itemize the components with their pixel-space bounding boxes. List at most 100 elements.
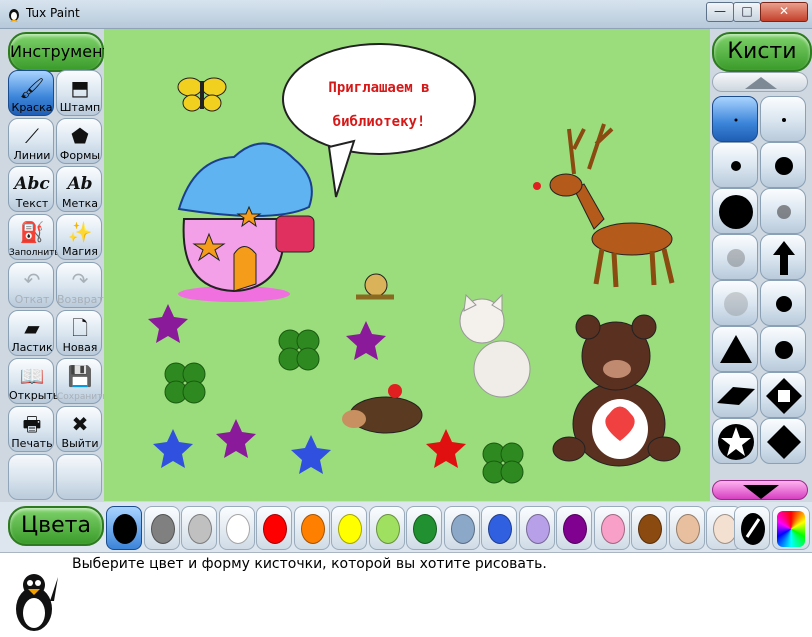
eraser-icon: ▰ bbox=[24, 316, 40, 340]
color-swatch[interactable] bbox=[181, 506, 217, 550]
tool-label: Магия bbox=[62, 245, 98, 258]
brushes-scroll-down-button[interactable] bbox=[712, 480, 808, 500]
minimize-button[interactable]: — bbox=[706, 2, 734, 22]
status-bar: Выберите цвет и форму кисточки, которой … bbox=[0, 552, 812, 637]
label-icon: Ab bbox=[67, 174, 93, 194]
new-page-icon: 🗋 bbox=[71, 316, 89, 340]
tool-empty-slot bbox=[8, 454, 54, 500]
color-swatch[interactable] bbox=[218, 506, 255, 550]
tool-empty-slot bbox=[56, 454, 102, 500]
brush-huge-dot[interactable] bbox=[712, 188, 758, 234]
snail-stamp bbox=[356, 273, 394, 300]
tool-label: Заполнить bbox=[9, 248, 60, 258]
color-dot bbox=[413, 514, 437, 544]
color-swatch[interactable] bbox=[481, 506, 517, 550]
brush-fuzzy-dot[interactable] bbox=[760, 188, 806, 234]
color-swatch[interactable] bbox=[143, 506, 180, 550]
rainbow-color-button[interactable] bbox=[772, 506, 810, 550]
tool-label: Сохранить bbox=[57, 392, 108, 402]
dot-icon bbox=[776, 296, 792, 312]
tool-label-text[interactable]: Ab Метка bbox=[56, 166, 102, 212]
brush-parallelogram[interactable] bbox=[712, 372, 758, 418]
color-swatch[interactable] bbox=[406, 506, 442, 550]
tool-save[interactable]: 💾 Сохранить bbox=[56, 358, 108, 404]
color-swatch[interactable] bbox=[631, 506, 667, 550]
color-dot bbox=[563, 514, 587, 544]
color-dot bbox=[225, 514, 250, 544]
shapes-icon: ⬟ bbox=[71, 124, 89, 148]
parallelogram-icon bbox=[717, 387, 755, 405]
tool-print[interactable]: 🖶 Печать bbox=[8, 406, 54, 452]
tool-text[interactable]: Abc Текст bbox=[8, 166, 54, 212]
tool-label: Новая bbox=[62, 341, 98, 354]
eyedropper-icon bbox=[741, 513, 765, 545]
fill-bucket-icon: ⛽ bbox=[19, 220, 45, 244]
tool-open[interactable]: 📖 Открыть bbox=[8, 358, 59, 404]
soft-dot-icon bbox=[724, 292, 748, 316]
dot-icon bbox=[775, 157, 793, 175]
tool-stamp[interactable]: ⬒ Штамп bbox=[56, 70, 102, 116]
tool-new[interactable]: 🗋 Новая bbox=[56, 310, 102, 356]
clover-stamps bbox=[164, 329, 524, 484]
brush-soft-dot[interactable] bbox=[712, 234, 758, 280]
rainbow-icon bbox=[777, 511, 805, 547]
magic-wand-icon: ✨ bbox=[67, 220, 93, 244]
color-picker-button[interactable] bbox=[734, 506, 770, 550]
color-dot bbox=[450, 514, 475, 544]
brush-tiny-dot[interactable] bbox=[712, 96, 758, 142]
paint-brush-icon: 🖌 bbox=[19, 76, 45, 100]
speech-bubble-tail bbox=[327, 139, 356, 198]
color-dot bbox=[488, 514, 512, 544]
bear-stamp bbox=[552, 314, 681, 467]
tool-eraser[interactable]: ▰ Ластик bbox=[8, 310, 54, 356]
close-button[interactable]: ✕ bbox=[760, 2, 808, 22]
tool-shapes[interactable]: ⬟ Формы bbox=[56, 118, 102, 164]
color-swatch[interactable] bbox=[556, 506, 592, 550]
color-swatch[interactable] bbox=[593, 506, 630, 550]
color-swatch[interactable] bbox=[518, 506, 555, 550]
tool-undo[interactable]: ↶ Откат bbox=[8, 262, 54, 308]
brush-circle[interactable] bbox=[760, 326, 806, 372]
brush-star[interactable] bbox=[712, 418, 758, 464]
color-swatch[interactable] bbox=[368, 506, 405, 550]
tool-magic[interactable]: ✨ Магия bbox=[56, 214, 102, 260]
text-icon: Abc bbox=[14, 174, 50, 194]
brush-soft-large[interactable] bbox=[712, 280, 758, 326]
brush-large-dot[interactable] bbox=[760, 142, 806, 188]
soft-dot-icon bbox=[727, 249, 745, 267]
title-bar: Tux Paint — □ ✕ bbox=[0, 0, 812, 29]
color-swatch[interactable] bbox=[443, 506, 480, 550]
tool-label: Возврат bbox=[57, 293, 104, 306]
brush-diamond[interactable] bbox=[760, 418, 806, 464]
brush-diamond-hollow[interactable] bbox=[760, 372, 806, 418]
fuzzy-dot-icon bbox=[777, 205, 791, 219]
color-swatch[interactable] bbox=[256, 506, 292, 550]
tool-lines[interactable]: ⟋ Линии bbox=[8, 118, 54, 164]
brushes-header: Кисти bbox=[712, 32, 812, 72]
drawing-canvas[interactable]: Приглашаем в библиотеку! bbox=[104, 29, 710, 501]
tool-redo[interactable]: ↷ Возврат bbox=[56, 262, 104, 308]
color-dot bbox=[113, 514, 137, 544]
triangle-icon bbox=[720, 335, 752, 363]
tool-fill[interactable]: ⛽ Заполнить bbox=[8, 214, 60, 260]
tool-label: Ластик bbox=[11, 341, 53, 354]
maximize-button[interactable]: □ bbox=[733, 2, 761, 22]
color-swatch[interactable] bbox=[106, 506, 142, 550]
color-swatch[interactable] bbox=[293, 506, 330, 550]
tool-quit[interactable]: ✖ Выйти bbox=[56, 406, 102, 452]
color-swatch[interactable] bbox=[668, 506, 705, 550]
brush-arrow-up[interactable] bbox=[760, 234, 806, 280]
status-message: Выберите цвет и форму кисточки, которой … bbox=[72, 556, 547, 572]
tool-label: Краска bbox=[11, 101, 53, 114]
brush-triangle[interactable] bbox=[712, 326, 758, 372]
tool-paint[interactable]: 🖌 Краска bbox=[8, 70, 54, 116]
color-swatch[interactable] bbox=[331, 506, 367, 550]
arrow-down-icon bbox=[743, 485, 779, 499]
tool-label: Печать bbox=[11, 437, 53, 450]
dot-icon bbox=[731, 161, 741, 171]
undo-icon: ↶ bbox=[23, 268, 41, 292]
arrow-shape-icon bbox=[773, 241, 795, 275]
brush-small-dot[interactable] bbox=[760, 96, 806, 142]
brush-round[interactable] bbox=[760, 280, 806, 326]
brush-medium-dot[interactable] bbox=[712, 142, 758, 188]
